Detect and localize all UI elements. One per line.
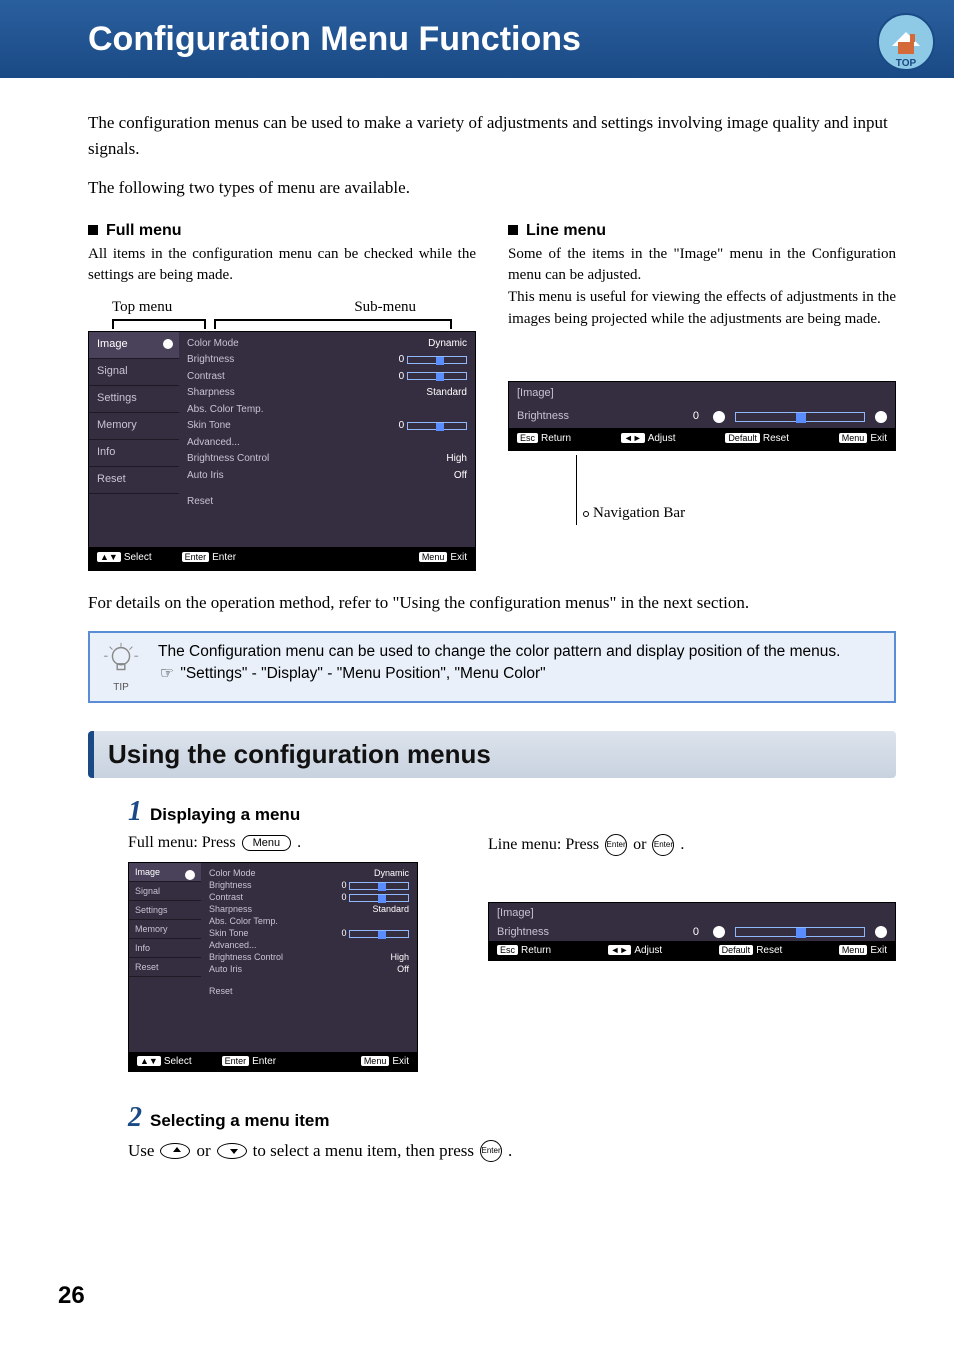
enter-key-icon: Enter — [652, 834, 674, 856]
menu-item: Settings — [89, 386, 179, 413]
pointer-icon: ☞ — [158, 663, 176, 685]
intro-p1: The configuration menus can be used to m… — [88, 110, 896, 161]
step-1: 1 Displaying a menu Full menu: Press Men… — [128, 796, 896, 1072]
lightbulb-icon — [102, 641, 140, 679]
arrow-right-icon — [875, 926, 887, 938]
down-key-icon — [217, 1143, 247, 1159]
menu-item: Memory — [129, 920, 201, 939]
arrow-left-icon — [713, 926, 725, 938]
full-menu-col: Full menu All items in the configuration… — [88, 219, 476, 571]
label-top-menu: Top menu — [112, 297, 172, 319]
arrow-left-icon — [713, 411, 725, 423]
menu-item: Memory — [89, 413, 179, 440]
full-menu-screenshot: ImageSignalSettingsMemoryInfoReset Color… — [88, 331, 476, 571]
step-1-num: 1 — [128, 796, 142, 828]
full-menu-desc: All items in the configuration menu can … — [88, 244, 476, 288]
section-using-menus: Using the configuration menus — [88, 731, 896, 778]
bullet-icon — [88, 225, 98, 235]
menu-item: Info — [129, 939, 201, 958]
menu-key-icon: Menu — [242, 835, 292, 851]
menu-item: Info — [89, 440, 179, 467]
full-menu-screenshot-small: ImageSignalSettingsMemoryInfoReset Color… — [128, 862, 418, 1072]
top-badge[interactable]: TOP — [876, 12, 936, 72]
step-2-title: Selecting a menu item — [150, 1111, 330, 1131]
tip-line1: The Configuration menu can be used to ch… — [158, 641, 840, 663]
bullet-icon — [508, 225, 518, 235]
step-1-title: Displaying a menu — [150, 805, 300, 825]
full-menu-head: Full menu — [106, 219, 182, 242]
top-badge-label: TOP — [896, 58, 917, 69]
menu-item: Image — [89, 332, 179, 359]
line-menu-screenshot-small: [Image] Brightness 0 EscReturn ◄►Adjust … — [488, 902, 896, 961]
menu-item: Reset — [89, 467, 179, 494]
line-menu-screenshot: [Image] Brightness 0 EscReturn ◄►Adjust … — [508, 381, 896, 451]
line-menu-col: Line menu Some of the items in the "Imag… — [508, 219, 896, 571]
menu-item: Image — [129, 863, 201, 882]
page-header: Configuration Menu Functions — [0, 0, 954, 78]
navbar-callout: Navigation Bar — [508, 455, 896, 525]
line-menu-desc1: Some of the items in the "Image" menu in… — [508, 244, 896, 288]
menu-item: Settings — [129, 901, 201, 920]
enter-key-icon: Enter — [480, 1140, 502, 1162]
menu-item: Reset — [129, 958, 201, 977]
up-key-icon — [160, 1143, 190, 1159]
step-2: 2 Selecting a menu item Use or to select… — [128, 1102, 896, 1162]
tip-label: TIP — [98, 682, 144, 693]
enter-key-icon: Enter — [605, 834, 627, 856]
label-sub-menu: Sub-menu — [354, 297, 416, 319]
slider-track — [735, 927, 865, 937]
step-2-num: 2 — [128, 1102, 142, 1134]
line-menu-desc2: This menu is useful for viewing the effe… — [508, 287, 896, 331]
page-title: Configuration Menu Functions — [88, 20, 581, 59]
slider-track — [735, 412, 865, 422]
menu-item: Signal — [129, 882, 201, 901]
tip-box: TIP The Configuration menu can be used t… — [88, 631, 896, 703]
page-number: 26 — [58, 1282, 85, 1310]
tip-line2: "Settings" - "Display" - "Menu Position"… — [180, 665, 545, 682]
intro-p2: The following two types of menu are avai… — [88, 175, 896, 201]
details-line: For details on the operation method, ref… — [88, 593, 896, 613]
line-menu-head: Line menu — [526, 219, 606, 242]
arrow-right-icon — [875, 411, 887, 423]
intro-block: The configuration menus can be used to m… — [88, 110, 896, 201]
menu-item: Signal — [89, 359, 179, 386]
